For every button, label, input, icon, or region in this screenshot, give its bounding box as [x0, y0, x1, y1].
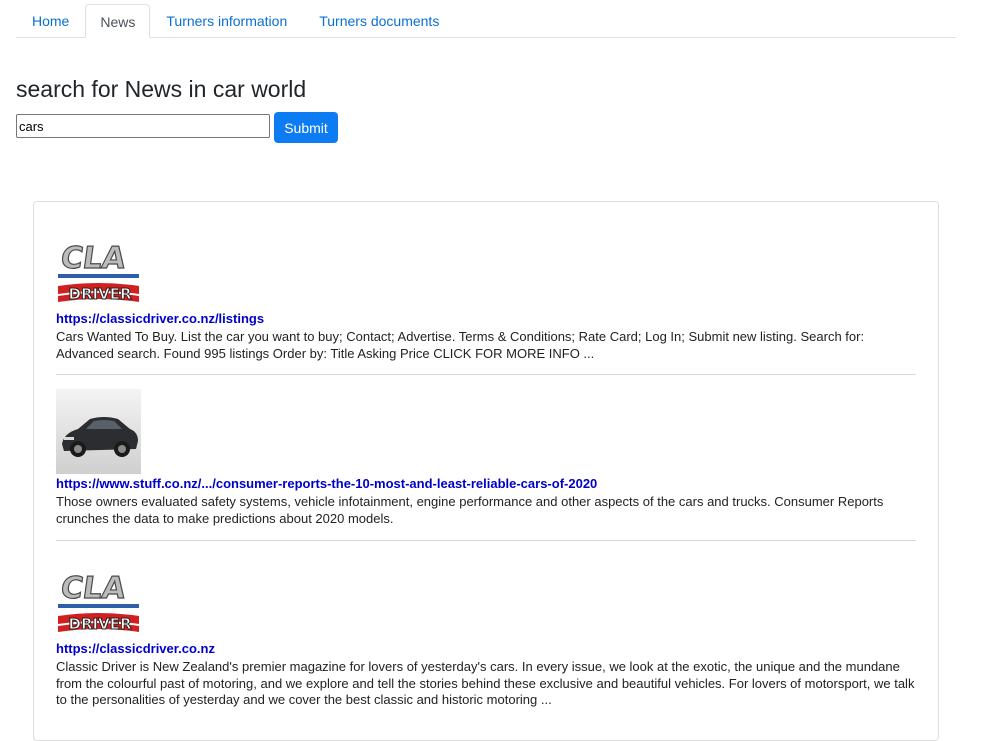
tab-turners-documents[interactable]: Turners documents	[303, 4, 455, 38]
nav-tabs: Home News Turners information Turners do…	[16, 0, 956, 38]
tab-turners-information[interactable]: Turners information	[150, 4, 303, 38]
result-link[interactable]: https://classicdriver.co.nz/listings	[56, 311, 918, 327]
classic-driver-logo-icon[interactable]: CLA DRIVER	[56, 554, 141, 639]
classic-driver-logo-icon[interactable]: CLA S DRIVER	[56, 224, 141, 309]
svg-text:CLA: CLA	[59, 571, 129, 606]
submit-button[interactable]: Submit	[274, 112, 338, 143]
result-description: Classic Driver is New Zealand's premier …	[56, 659, 915, 707]
result-link[interactable]: https://classicdriver.co.nz	[56, 641, 918, 657]
result-link[interactable]: https://www.stuff.co.nz/.../consumer-rep…	[56, 476, 918, 492]
page-title: search for News in car world	[16, 76, 307, 102]
list-item: https://www.stuff.co.nz/.../consumer-rep…	[56, 389, 918, 527]
search-input[interactable]	[16, 114, 270, 138]
car-photo-icon[interactable]	[56, 389, 141, 474]
result-description: Those owners evaluated safety systems, v…	[56, 494, 884, 526]
list-item: CLA S DRIVER https://classicdriver.co.nz…	[56, 224, 918, 362]
tab-news[interactable]: News	[85, 4, 151, 38]
list-item: CLA DRIVER https://classicdriver.co.nz C…	[56, 554, 918, 709]
svg-text:DRIVER: DRIVER	[69, 285, 132, 303]
tab-home[interactable]: Home	[16, 4, 85, 38]
result-divider	[56, 374, 916, 375]
svg-text:DRIVER: DRIVER	[69, 615, 132, 633]
results-card: CLA S DRIVER https://classicdriver.co.nz…	[33, 201, 939, 741]
result-divider	[56, 540, 916, 541]
result-description: Cars Wanted To Buy. List the car you wan…	[56, 329, 865, 361]
